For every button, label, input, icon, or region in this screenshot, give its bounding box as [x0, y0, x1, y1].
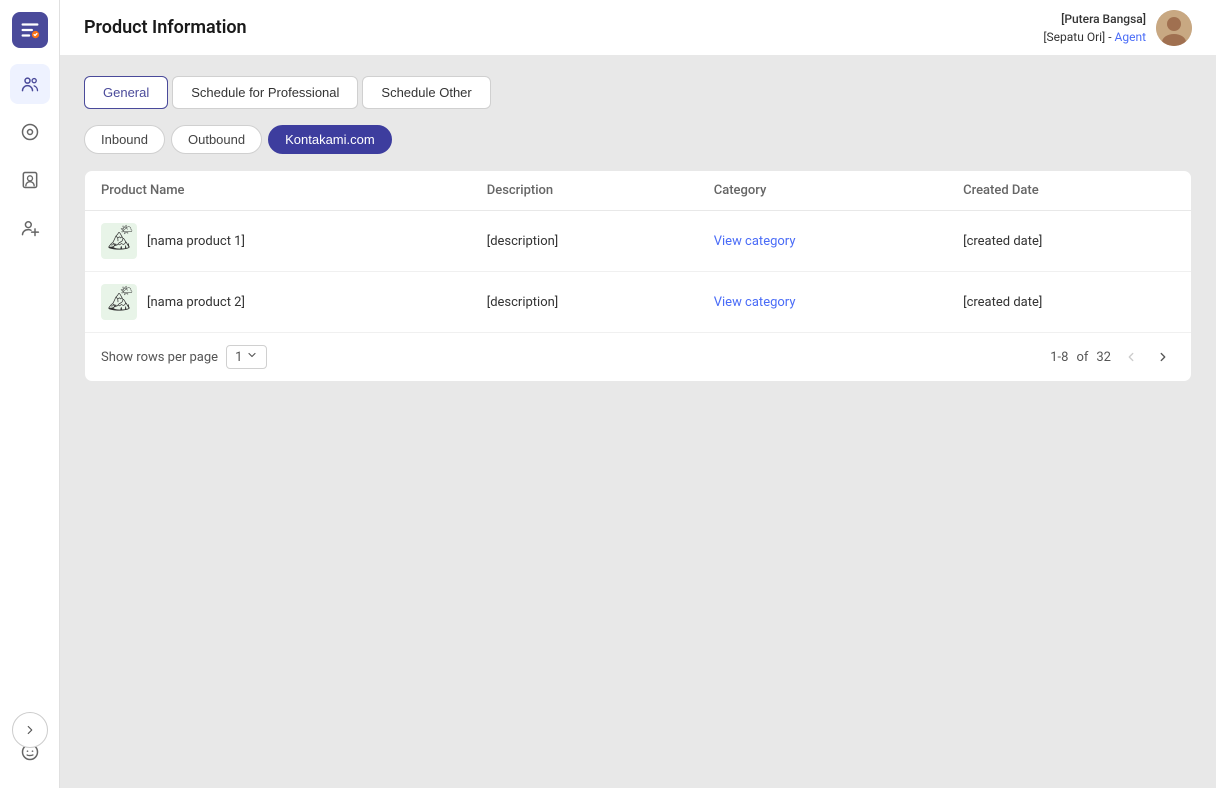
pagination-section: 1-8 of 32	[1050, 345, 1175, 369]
avatar	[1156, 10, 1192, 46]
cell-created-date-2: [created date]	[947, 272, 1191, 333]
col-product-name: Product Name	[85, 171, 471, 211]
agent-link[interactable]: Agent	[1115, 30, 1146, 44]
product-table-container: Product Name Description Category Create…	[84, 170, 1192, 382]
filter-tabs: Inbound Outbound Kontakami.com	[84, 125, 1192, 154]
sidebar-item-contact[interactable]	[10, 160, 50, 200]
sun-icon: 🌤	[120, 286, 133, 297]
next-page-button[interactable]	[1151, 345, 1175, 369]
rows-per-page-select[interactable]: 1	[226, 345, 267, 369]
tab-schedule-professional[interactable]: Schedule for Professional	[172, 76, 358, 109]
user-name-line2: [Sepatu Ori] - Agent	[1043, 28, 1146, 46]
filter-tab-outbound[interactable]: Outbound	[171, 125, 262, 154]
user-name-line1: [Putera Bangsa]	[1043, 10, 1146, 28]
rows-per-page-label: Show rows per page	[101, 350, 218, 365]
cell-product-name-2: 🌤 🏔 [nama product 2]	[85, 272, 471, 333]
cell-product-name-1: 🌤 🏔 [nama product 1]	[85, 211, 471, 272]
cell-category-1: View category	[698, 211, 947, 272]
prev-page-button[interactable]	[1119, 345, 1143, 369]
tab-schedule-other[interactable]: Schedule Other	[362, 76, 490, 109]
view-category-link-2[interactable]: View category	[714, 295, 796, 310]
cell-description-2: [description]	[471, 272, 698, 333]
product-table: Product Name Description Category Create…	[85, 171, 1191, 332]
table-row: 🌤 🏔 [nama product 2] [description] View …	[85, 272, 1191, 333]
col-category: Category	[698, 171, 947, 211]
col-description: Description	[471, 171, 698, 211]
table-row: 🌤 🏔 [nama product 1] [description] View …	[85, 211, 1191, 272]
cell-created-date-1: [created date]	[947, 211, 1191, 272]
tab-general[interactable]: General	[84, 76, 168, 109]
cell-category-2: View category	[698, 272, 947, 333]
col-created-date: Created Date	[947, 171, 1191, 211]
page-title: Product Information	[84, 17, 247, 38]
table-footer: Show rows per page 1 1-8 of 32	[85, 332, 1191, 381]
pagination-total: 32	[1096, 350, 1111, 365]
main-tabs: General Schedule for Professional Schedu…	[84, 76, 1192, 109]
chevron-down-icon	[246, 349, 258, 365]
content-area: General Schedule for Professional Schedu…	[60, 56, 1216, 788]
product-thumbnail-2: 🌤 🏔	[101, 284, 137, 320]
pagination-range: 1-8	[1050, 350, 1068, 365]
main-content: Product Information [Putera Bangsa] [Sep…	[60, 0, 1216, 788]
sidebar-item-add-user[interactable]	[10, 208, 50, 248]
user-org: [Sepatu Ori]	[1043, 30, 1105, 44]
view-category-link-1[interactable]: View category	[714, 234, 796, 249]
sidebar-item-team[interactable]	[10, 64, 50, 104]
sidebar-item-status[interactable]	[10, 112, 50, 152]
rows-per-page-section: Show rows per page 1	[101, 345, 267, 369]
filter-tab-kontakami[interactable]: Kontakami.com	[268, 125, 392, 154]
product-name-text-2: [nama product 2]	[147, 295, 245, 310]
header: Product Information [Putera Bangsa] [Sep…	[60, 0, 1216, 56]
user-details: [Putera Bangsa] [Sepatu Ori] - Agent	[1043, 10, 1146, 46]
cell-description-1: [description]	[471, 211, 698, 272]
filter-tab-inbound[interactable]: Inbound	[84, 125, 165, 154]
table-header-row: Product Name Description Category Create…	[85, 171, 1191, 211]
pagination-of: of	[1076, 350, 1088, 365]
product-name-text-1: [nama product 1]	[147, 234, 245, 249]
sidebar-collapse-button[interactable]	[12, 712, 48, 748]
product-thumbnail-1: 🌤 🏔	[101, 223, 137, 259]
sidebar	[0, 0, 60, 788]
user-info-section: [Putera Bangsa] [Sepatu Ori] - Agent	[1043, 10, 1192, 46]
sun-icon: 🌤	[120, 225, 133, 236]
rows-per-page-value: 1	[235, 350, 242, 365]
app-logo[interactable]	[12, 12, 48, 48]
